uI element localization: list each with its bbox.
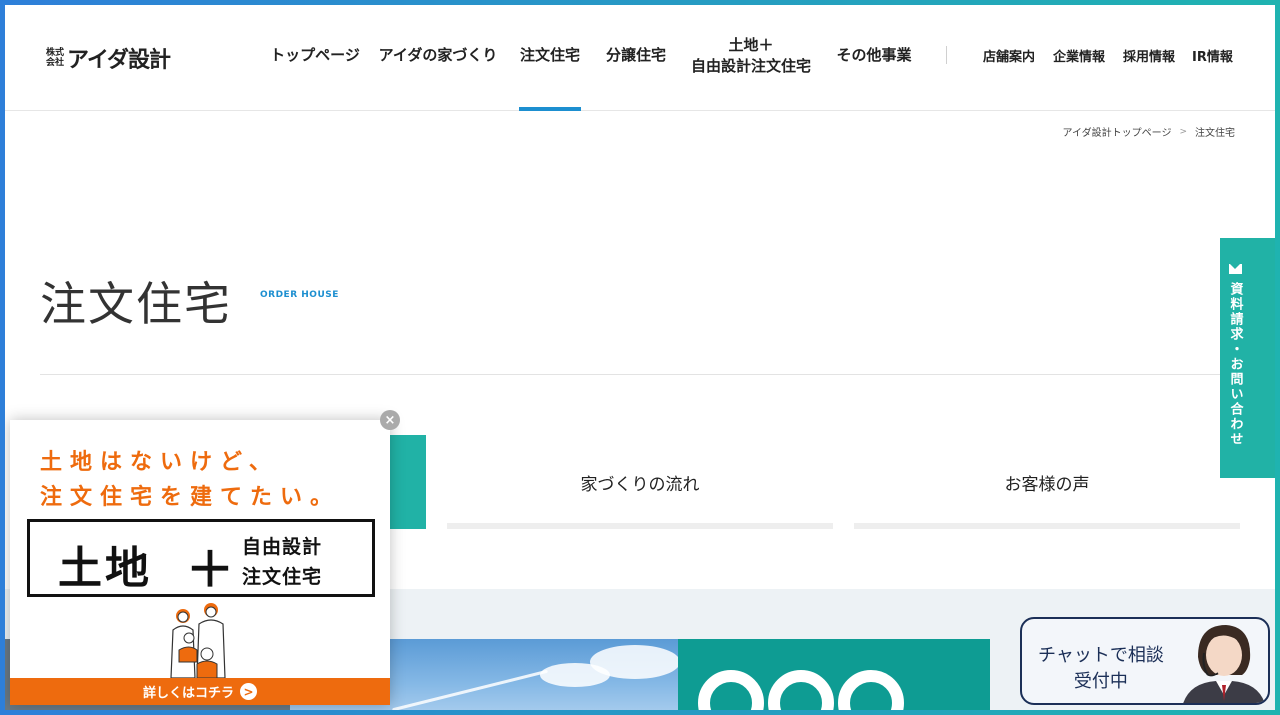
- subnav-recruit[interactable]: 採用情報: [1123, 0, 1175, 111]
- chat-line1: チャットで相談: [1038, 645, 1164, 666]
- nav-label: 分譲住宅: [605, 46, 666, 64]
- breadcrumb: アイダ設計トップページ > 注文住宅: [1063, 124, 1235, 140]
- logo-prefix-bottom: 会社: [46, 58, 65, 68]
- nav-label-line1: 土地＋: [728, 35, 774, 54]
- nav-label-line2: 自由設計注文住宅: [690, 56, 811, 75]
- mail-icon: [1228, 264, 1242, 274]
- plus-icon: ＋: [186, 542, 235, 598]
- cta-label: 詳しくはコチラ: [142, 686, 234, 701]
- teal-feature-block: [678, 639, 990, 715]
- nav-divider: [946, 46, 947, 64]
- chat-line2: 受付中: [1073, 671, 1128, 692]
- contact-side-tab[interactable]: 資料請求・お問い合わせ: [1220, 238, 1280, 478]
- ring-shape: [768, 670, 834, 715]
- nav-label: その他事業: [836, 46, 912, 64]
- chat-text: チャットで相談 受付中: [1038, 643, 1164, 695]
- logo-company-prefix: 株式 会社: [46, 48, 64, 68]
- page-subtitle: ORDER HOUSE: [260, 290, 339, 300]
- nav-label: トップページ: [270, 46, 360, 64]
- subnav-label: 企業情報: [1053, 50, 1106, 65]
- site-logo[interactable]: 株式 会社 アイダ設計: [46, 44, 171, 73]
- banner-box-line1: 自由設計: [242, 536, 323, 558]
- banner-cta-button[interactable]: 詳しくはコチラ >: [10, 678, 390, 705]
- tab-customer-voice[interactable]: お客様の声: [854, 435, 1240, 529]
- subnav-label: IR情報: [1192, 50, 1233, 65]
- nav-land-free-design[interactable]: 土地＋ 自由設計注文住宅: [688, 0, 814, 111]
- tab-house-flow[interactable]: 家づくりの流れ: [447, 435, 833, 529]
- breadcrumb-separator-icon: >: [1179, 126, 1187, 137]
- tab-underline: [854, 523, 1240, 529]
- nav-order-house[interactable]: 注文住宅: [519, 0, 581, 111]
- title-divider: [40, 374, 1240, 375]
- subnav-ir[interactable]: IR情報: [1192, 0, 1233, 111]
- ring-shape: [698, 670, 764, 715]
- breadcrumb-home-link[interactable]: アイダ設計トップページ: [1063, 124, 1172, 139]
- tab-label: お客様の声: [1004, 474, 1090, 495]
- banner-line1: 土地はないけど、: [40, 450, 279, 475]
- banner-box-land: 土地: [58, 543, 152, 594]
- nav-label: 注文住宅: [519, 46, 580, 64]
- arrow-right-icon: >: [240, 683, 257, 700]
- land-banner-popup[interactable]: 土地はないけど、 注文住宅を建てたい。 土地 ＋ 自由設計 注文住宅 詳しくはコ…: [10, 420, 390, 705]
- tab-label: 家づくりの流れ: [580, 474, 700, 495]
- banner-box: 土地 ＋ 自由設計 注文住宅: [27, 519, 375, 598]
- logo-wordmark: アイダ設計: [67, 48, 171, 73]
- banner-line2: 注文住宅を建てたい。: [40, 485, 341, 510]
- tab-underline: [447, 523, 833, 529]
- subnav-label: 店舗案内: [983, 50, 1036, 65]
- nav-sale-house[interactable]: 分譲住宅: [603, 0, 669, 111]
- ring-shape: [838, 670, 904, 715]
- site-header: 株式 会社 アイダ設計 トップページ アイダの家づくり 注文住宅 分譲住宅 土地…: [0, 0, 1280, 111]
- close-icon[interactable]: ×: [380, 410, 400, 430]
- logo-prefix-top: 株式: [46, 48, 65, 58]
- subnav-stores[interactable]: 店舗案内: [983, 0, 1035, 111]
- nav-other-business[interactable]: その他事業: [834, 0, 914, 111]
- nav-label: アイダの家づくり: [378, 46, 498, 64]
- chat-consult-badge[interactable]: チャットで相談 受付中: [1020, 617, 1270, 705]
- nav-aida-house[interactable]: アイダの家づくり: [378, 0, 498, 111]
- nav-top-page[interactable]: トップページ: [268, 0, 362, 111]
- banner-box-line2: 注文住宅: [242, 566, 323, 588]
- subnav-company[interactable]: 企業情報: [1053, 0, 1105, 111]
- side-tab-label: 資料請求・お問い合わせ: [1227, 282, 1243, 447]
- breadcrumb-current: 注文住宅: [1195, 128, 1235, 139]
- family-illustration: [170, 603, 226, 678]
- operator-illustration: [1183, 625, 1265, 703]
- page-title: 注文住宅: [40, 277, 232, 331]
- subnav-label: 採用情報: [1123, 50, 1176, 65]
